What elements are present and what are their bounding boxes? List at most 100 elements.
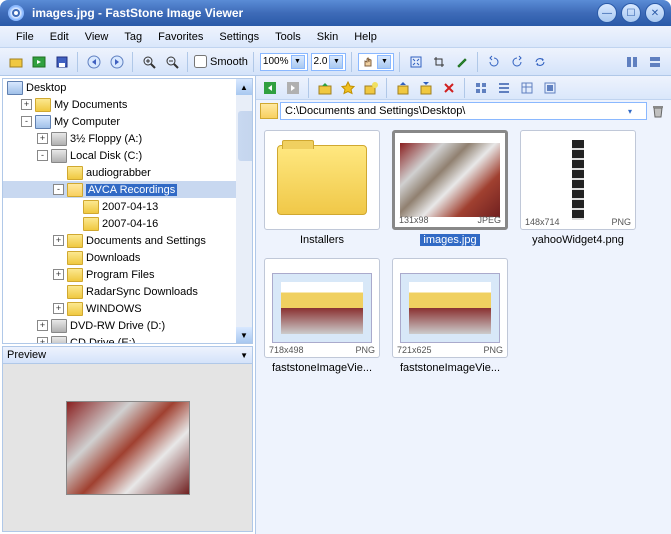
tree-scrollbar[interactable]: ▲ ▼ — [236, 79, 252, 343]
menu-settings[interactable]: Settings — [211, 29, 267, 45]
drive-icon — [51, 336, 67, 345]
tree-node[interactable]: -AVCA Recordings — [3, 181, 252, 198]
view-details-icon[interactable] — [517, 78, 537, 98]
tree-node[interactable]: RadarSync Downloads — [3, 283, 252, 300]
zoom-out-icon[interactable] — [162, 52, 182, 72]
thumbnail-item[interactable]: 721x625PNGfaststoneImageVie... — [392, 258, 508, 374]
save-icon[interactable] — [52, 52, 72, 72]
thumbnail-grid[interactable]: Installers131x98JPEGimages.jpg148x714PNG… — [256, 122, 671, 534]
menu-view[interactable]: View — [77, 29, 117, 45]
expand-toggle[interactable]: + — [37, 337, 48, 344]
hand-tool-select[interactable]: ▼ — [358, 53, 394, 71]
expand-toggle[interactable]: - — [37, 150, 48, 161]
chevron-down-icon[interactable]: ▼ — [240, 351, 248, 360]
rotate-left-icon[interactable] — [484, 52, 504, 72]
tree-node[interactable]: -Local Disk (C:) — [3, 147, 252, 164]
forward-icon[interactable] — [283, 78, 303, 98]
draw-icon[interactable] — [452, 52, 472, 72]
maximize-button[interactable]: ☐ — [621, 3, 641, 23]
preview-header[interactable]: Preview ▼ — [2, 346, 253, 364]
comp-icon — [35, 115, 51, 129]
menu-help[interactable]: Help — [346, 29, 385, 45]
expand-toggle[interactable]: - — [21, 116, 32, 127]
menu-favorites[interactable]: Favorites — [150, 29, 211, 45]
view-thumbs-icon[interactable] — [471, 78, 491, 98]
scroll-up-icon[interactable]: ▲ — [236, 79, 252, 95]
prev-icon[interactable] — [84, 52, 104, 72]
back-icon[interactable] — [260, 78, 280, 98]
refresh-icon[interactable] — [530, 52, 550, 72]
tree-node[interactable]: +My Documents — [3, 96, 252, 113]
tree-node[interactable]: -My Computer — [3, 113, 252, 130]
trash-icon[interactable] — [649, 102, 667, 120]
preview-image[interactable] — [66, 401, 190, 495]
next-icon[interactable] — [107, 52, 127, 72]
tree-node[interactable]: 2007-04-16 — [3, 215, 252, 232]
expand-toggle[interactable]: + — [21, 99, 32, 110]
tree-node-label: Program Files — [86, 269, 154, 281]
rotate-right-icon[interactable] — [507, 52, 527, 72]
expand-toggle[interactable]: + — [53, 303, 64, 314]
thumbnail-image — [572, 140, 584, 220]
new-folder-icon[interactable] — [361, 78, 381, 98]
thumbnail-item[interactable]: Installers — [264, 130, 380, 246]
tree-node[interactable]: audiograbber — [3, 164, 252, 181]
smooth-checkbox[interactable]: Smooth — [194, 55, 248, 68]
tree-node-label: 2007-04-16 — [102, 218, 158, 230]
thumb-dims: 721x625 — [397, 345, 432, 355]
copy-icon[interactable] — [416, 78, 436, 98]
tree-node[interactable]: Downloads — [3, 249, 252, 266]
path-text: C:\Documents and Settings\Desktop\ — [285, 105, 465, 117]
thumbnail-item[interactable]: 718x498PNGfaststoneImageVie... — [264, 258, 380, 374]
view-mode1-icon[interactable] — [622, 52, 642, 72]
main-toolbar: Smooth 100%▼ 2.0▼ ▼ — [0, 48, 671, 76]
menu-edit[interactable]: Edit — [42, 29, 77, 45]
folder-tree[interactable]: Desktop +My Documents-My Computer+3½ Flo… — [2, 78, 253, 344]
tree-node[interactable]: +WINDOWS — [3, 300, 252, 317]
folder-icon — [67, 268, 83, 282]
menu-file[interactable]: File — [8, 29, 42, 45]
menu-skin[interactable]: Skin — [309, 29, 346, 45]
tree-node[interactable]: +DVD-RW Drive (D:) — [3, 317, 252, 334]
thumbnail-item[interactable]: 148x714PNGyahooWidget4.png — [520, 130, 636, 246]
view-settings-icon[interactable] — [540, 78, 560, 98]
expand-toggle[interactable]: + — [53, 269, 64, 280]
tree-node[interactable]: +3½ Floppy (A:) — [3, 130, 252, 147]
minimize-button[interactable]: — — [597, 3, 617, 23]
zoom-in-icon[interactable] — [139, 52, 159, 72]
chevron-down-icon[interactable]: ▾ — [628, 107, 642, 116]
expand-toggle[interactable]: - — [53, 184, 64, 195]
expand-toggle[interactable]: + — [37, 320, 48, 331]
zoom-step-select[interactable]: 2.0▼ — [311, 53, 347, 71]
open-icon[interactable] — [6, 52, 26, 72]
tree-root-label: Desktop — [26, 82, 66, 94]
close-button[interactable]: ✕ — [645, 3, 665, 23]
menu-tools[interactable]: Tools — [267, 29, 309, 45]
scroll-down-icon[interactable]: ▼ — [236, 327, 252, 343]
tree-node[interactable]: +CD Drive (E:) — [3, 334, 252, 344]
slideshow-icon[interactable] — [29, 52, 49, 72]
crop-icon[interactable] — [429, 52, 449, 72]
expand-toggle[interactable]: + — [37, 133, 48, 144]
tree-node[interactable]: 2007-04-13 — [3, 198, 252, 215]
view-mode2-icon[interactable] — [645, 52, 665, 72]
tree-node-label: RadarSync Downloads — [86, 286, 198, 298]
path-bar: C:\Documents and Settings\Desktop\ ▾ — [256, 100, 671, 122]
scroll-thumb[interactable] — [238, 111, 253, 161]
path-input[interactable]: C:\Documents and Settings\Desktop\ ▾ — [280, 102, 647, 120]
drive-icon — [51, 319, 67, 333]
fit-icon[interactable] — [406, 52, 426, 72]
up-folder-icon[interactable] — [315, 78, 335, 98]
tree-node[interactable]: +Documents and Settings — [3, 232, 252, 249]
expand-toggle[interactable]: + — [53, 235, 64, 246]
favorite-icon[interactable] — [338, 78, 358, 98]
tree-root[interactable]: Desktop — [3, 79, 252, 96]
zoom-level-select[interactable]: 100%▼ — [260, 53, 308, 71]
tree-node[interactable]: + Program Files — [3, 266, 252, 283]
menu-tag[interactable]: Tag — [116, 29, 150, 45]
thumbnail-item[interactable]: 131x98JPEGimages.jpg — [392, 130, 508, 246]
delete-icon[interactable] — [439, 78, 459, 98]
view-list-icon[interactable] — [494, 78, 514, 98]
move-icon[interactable] — [393, 78, 413, 98]
tree-node-label: 3½ Floppy (A:) — [70, 133, 142, 145]
